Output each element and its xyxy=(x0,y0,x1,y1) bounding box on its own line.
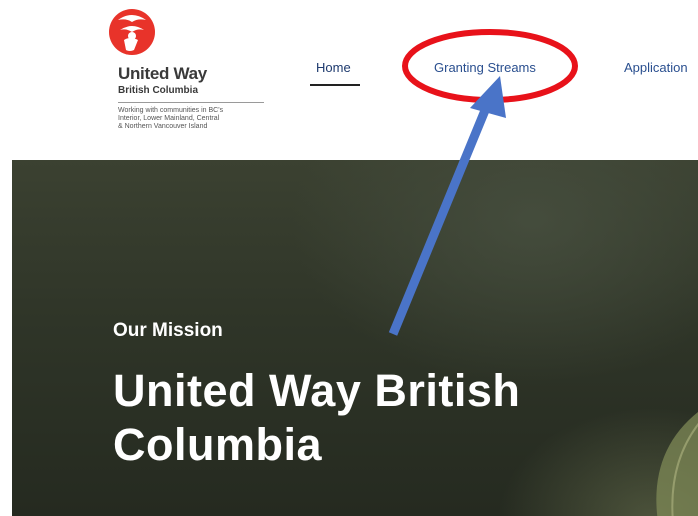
united-way-hand-logo-icon xyxy=(109,9,155,55)
site-header: United Way British Columbia Working with… xyxy=(0,0,698,160)
brand-region: British Columbia xyxy=(118,85,199,96)
united-way-logo[interactable]: United Way British Columbia Working with… xyxy=(108,6,268,146)
brand-divider xyxy=(118,102,264,103)
hero-title: United Way British Columbia xyxy=(113,365,521,470)
hero-eyebrow: Our Mission xyxy=(113,320,223,341)
brand-name: United Way xyxy=(118,64,207,83)
nav-granting-streams-link[interactable]: Granting Streams xyxy=(434,60,536,75)
nav-active-underline xyxy=(310,84,360,86)
nav-application-link[interactable]: Application xyxy=(624,60,688,75)
brand-description: Working with communities in BC's Interio… xyxy=(118,107,224,130)
nav-home-link[interactable]: Home xyxy=(316,60,351,75)
